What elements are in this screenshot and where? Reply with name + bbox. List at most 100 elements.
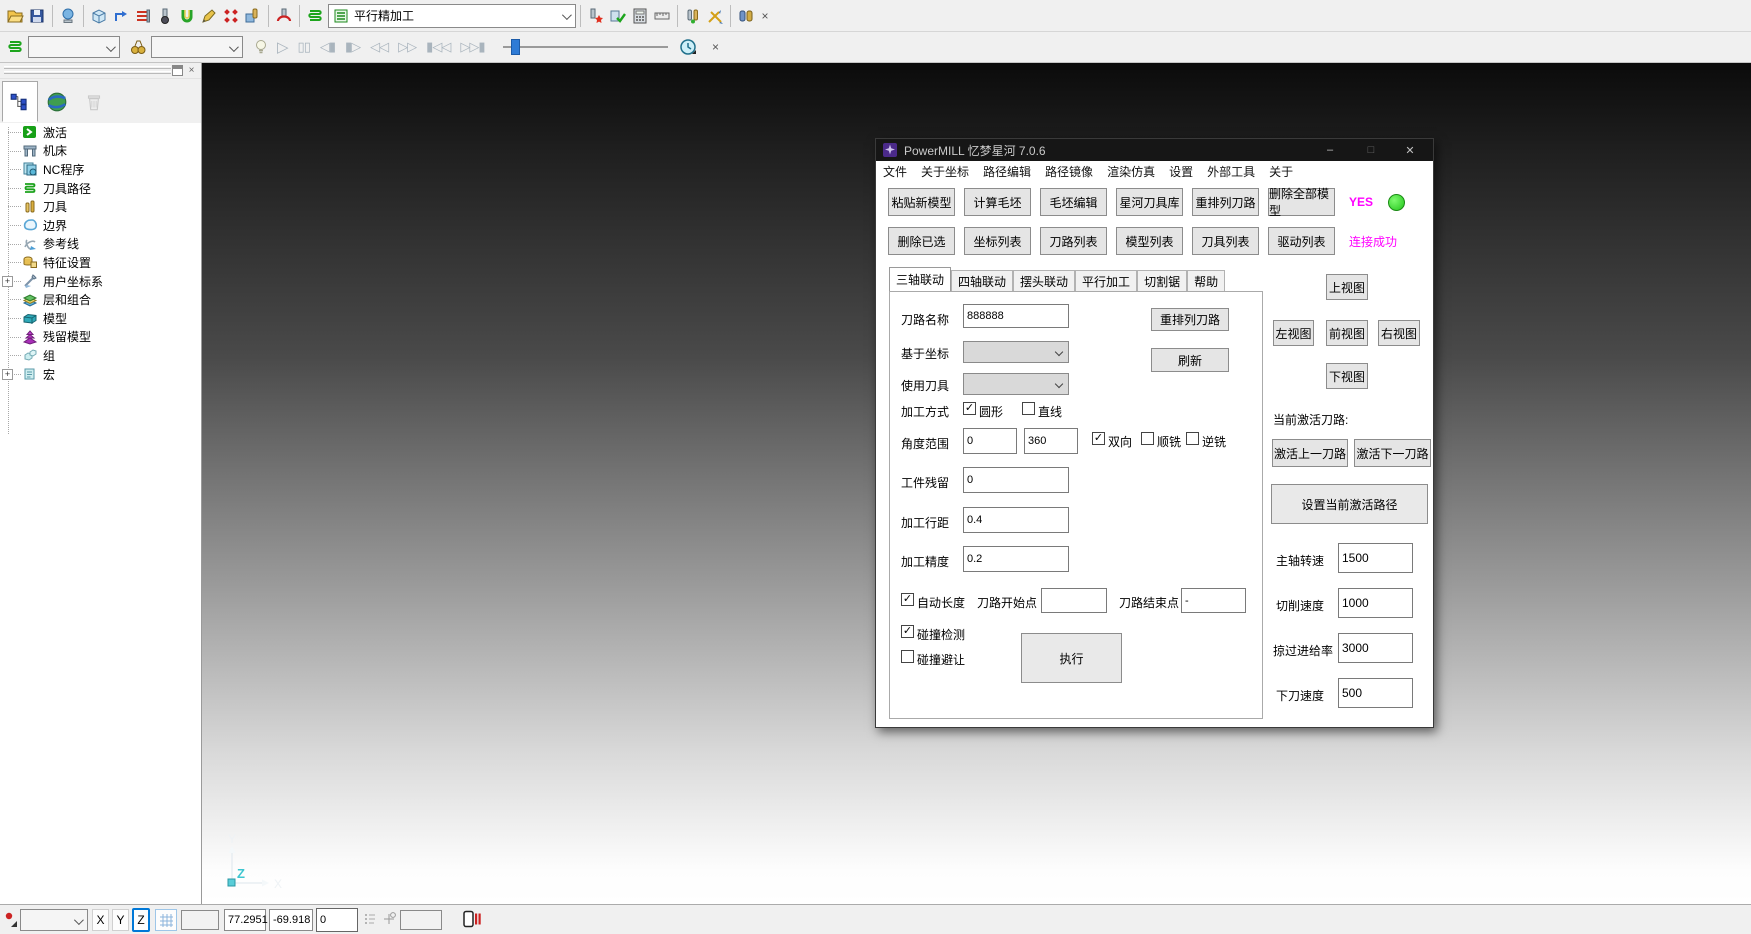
toolpath-name-input[interactable] xyxy=(963,304,1069,328)
view-left-button[interactable]: 左视图 xyxy=(1273,320,1314,346)
leads-links-icon[interactable] xyxy=(111,6,131,26)
view-bottom-button[interactable]: 下视图 xyxy=(1326,363,1368,389)
menu-about-coords[interactable]: 关于坐标 xyxy=(921,163,969,180)
boundary-icon[interactable] xyxy=(177,6,197,26)
angle-to-input[interactable] xyxy=(1024,428,1078,454)
toolbar-close-icon[interactable]: × xyxy=(757,8,773,24)
fast-forward-button[interactable]: ▷▷ xyxy=(398,40,416,55)
view-right-button[interactable]: 右视图 xyxy=(1378,320,1420,346)
play-button[interactable]: ▷ xyxy=(277,38,288,56)
menu-external-tools[interactable]: 外部工具 xyxy=(1207,163,1255,180)
feature-block-icon[interactable] xyxy=(243,6,263,26)
plunge-feed-input[interactable] xyxy=(1338,678,1413,708)
open-project-icon[interactable] xyxy=(5,6,25,26)
close-button[interactable]: ✕ xyxy=(1393,139,1427,161)
tool-holder-icon[interactable] xyxy=(274,6,294,26)
sidebar-item-stock-models[interactable]: 残留模型 xyxy=(0,328,201,347)
tool-list-button[interactable]: 刀具列表 xyxy=(1192,227,1259,255)
panel-close-icon[interactable]: × xyxy=(186,65,197,76)
panel-grip[interactable] xyxy=(4,71,171,74)
sidebar-item-feature-sets[interactable]: 特征设置 xyxy=(0,253,201,272)
collision-check-checkbox[interactable]: ✓ xyxy=(901,625,914,638)
menu-file[interactable]: 文件 xyxy=(883,163,907,180)
pattern-icon[interactable] xyxy=(199,6,219,26)
step-back-button[interactable]: ◁▮ xyxy=(320,40,335,55)
tool-select-combo[interactable] xyxy=(963,373,1069,395)
rewind-button[interactable]: ◁◁ xyxy=(370,40,388,55)
conventional-checkbox[interactable] xyxy=(1186,432,1199,445)
menu-path-edit[interactable]: 路径编辑 xyxy=(983,163,1031,180)
grid-size-field[interactable] xyxy=(181,910,219,930)
z-levels-icon[interactable] xyxy=(133,6,153,26)
minimize-button[interactable]: – xyxy=(1313,139,1347,161)
calculator-icon[interactable] xyxy=(630,6,650,26)
tolerance-status-field[interactable] xyxy=(400,910,442,930)
go-to-start-button[interactable]: ▮◁◁ xyxy=(426,40,450,55)
sidebar-item-macros[interactable]: +宏 xyxy=(0,365,201,384)
swap-axes-icon[interactable] xyxy=(705,6,725,26)
tool-pair-icon[interactable] xyxy=(683,6,703,26)
model-list-button[interactable]: 模型列表 xyxy=(1116,227,1183,255)
simulation-toolpath-combo[interactable] xyxy=(28,36,120,58)
sidebar-item-tools[interactable]: 刀具 xyxy=(0,197,201,216)
tolerance-input[interactable] xyxy=(963,546,1069,572)
skim-feed-input[interactable] xyxy=(1338,633,1413,663)
tab-saw[interactable]: 切割锯 xyxy=(1137,270,1187,291)
shaded-view-icon[interactable] xyxy=(58,6,78,26)
view-front-button[interactable]: 前视图 xyxy=(1326,320,1368,346)
set-active-path-button[interactable]: 设置当前激活路径 xyxy=(1271,484,1428,524)
points-icon[interactable] xyxy=(221,6,241,26)
menu-path-mirror[interactable]: 路径镜像 xyxy=(1045,163,1093,180)
angle-from-input[interactable] xyxy=(963,428,1017,454)
block-icon[interactable] xyxy=(89,6,109,26)
sidebar-item-machine-tool[interactable]: 机床 xyxy=(0,142,201,161)
simulation-tool-combo[interactable] xyxy=(151,36,243,58)
toolpath-icon[interactable] xyxy=(305,6,325,26)
grid-snap-button[interactable] xyxy=(155,909,177,931)
sidebar-item-models[interactable]: 模型 xyxy=(0,309,201,328)
tab-world-view[interactable] xyxy=(39,81,75,122)
circle-checkbox[interactable]: ✓ xyxy=(963,402,976,415)
tab-tilt-head[interactable]: 摆头联动 xyxy=(1013,270,1075,291)
cutting-feed-input[interactable] xyxy=(1338,588,1413,618)
go-to-end-button[interactable]: ▷▷▮ xyxy=(460,40,484,55)
marker-icon[interactable] xyxy=(3,910,19,928)
clock-icon[interactable] xyxy=(678,37,698,57)
view-top-button[interactable]: 上视图 xyxy=(1326,274,1368,300)
tab-parallel[interactable]: 平行加工 xyxy=(1075,270,1137,291)
save-project-icon[interactable] xyxy=(27,6,47,26)
dialog-titlebar[interactable]: PowerMILL 忆梦星河 7.0.6 – □ ✕ xyxy=(876,139,1433,161)
activate-next-button[interactable]: 激活下一刀路 xyxy=(1354,439,1431,467)
axis-y-button[interactable]: Y xyxy=(112,909,129,931)
tab-explorer-tree[interactable] xyxy=(2,81,38,122)
block-edit-button[interactable]: 毛坯编辑 xyxy=(1040,188,1107,216)
base-coord-combo[interactable] xyxy=(963,341,1069,363)
paste-new-model-button[interactable]: 粘贴新模型 xyxy=(888,188,955,216)
refresh-button[interactable]: 刷新 xyxy=(1151,348,1229,372)
pause-button[interactable]: ▯▯ xyxy=(298,40,310,55)
collision-check-icon[interactable] xyxy=(586,6,606,26)
workplane-combo[interactable] xyxy=(20,909,88,931)
sidebar-item-levels-sets[interactable]: 层和组合 xyxy=(0,290,201,309)
stock-remain-input[interactable] xyxy=(963,467,1069,493)
drive-list-button[interactable]: 驱动列表 xyxy=(1268,227,1335,255)
sidebar-item-groups[interactable]: 组 xyxy=(0,346,201,365)
calc-block-button[interactable]: 计算毛坯 xyxy=(964,188,1031,216)
sidebar-item-patterns[interactable]: 参考线 xyxy=(0,235,201,254)
sidebar-item-activate[interactable]: 激活 xyxy=(0,123,201,142)
start-point-input[interactable] xyxy=(1041,588,1107,613)
pause-device-icon[interactable] xyxy=(462,910,482,929)
lightbulb-icon[interactable] xyxy=(251,37,271,57)
bidirectional-checkbox[interactable]: ✓ xyxy=(1092,432,1105,445)
menu-render-sim[interactable]: 渲染仿真 xyxy=(1107,163,1155,180)
sidebar-item-toolpaths[interactable]: 刀具路径 xyxy=(0,179,201,198)
axis-z-button[interactable]: Z xyxy=(132,908,150,932)
maximize-button[interactable]: □ xyxy=(1354,139,1388,161)
delete-selected-button[interactable]: 删除已选 xyxy=(888,227,955,255)
sidebar-item-boundaries[interactable]: 边界 xyxy=(0,216,201,235)
strategy-combobox[interactable]: 平行精加工 xyxy=(328,4,576,28)
ruler-icon[interactable] xyxy=(652,6,672,26)
verify-toolpath-icon[interactable] xyxy=(608,6,628,26)
simulation-speed-slider[interactable] xyxy=(503,38,668,56)
sidebar-item-workplanes[interactable]: +用户坐标系 xyxy=(0,272,201,291)
